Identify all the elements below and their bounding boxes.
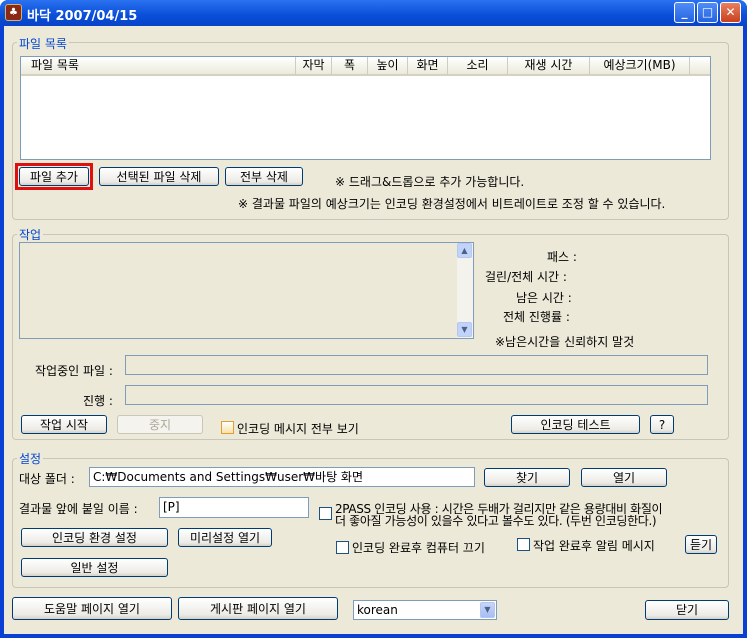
current-file-field [125, 355, 708, 375]
shutdown-after-encoding-label: 인코딩 완료후 컴퓨터 끄기 [352, 541, 485, 555]
prefix-input[interactable]: [P] [159, 497, 309, 518]
application-window: ♣ 바닥 2007/04/15 _ □ ✕ 파일 목록 파일 목록 자막 폭 높… [0, 0, 747, 638]
open-folder-button[interactable]: 열기 [581, 468, 667, 487]
open-board-page-button[interactable]: 게시판 페이지 열기 [178, 597, 338, 620]
job-group-label: 작업 [17, 226, 44, 243]
remaining-time-note: ※남은시간을 신뢰하지 말것 [495, 335, 635, 349]
total-progress-label: 전체 진행률 : [503, 310, 570, 324]
encoding-env-settings-button[interactable]: 인코딩 환경 설정 [21, 528, 168, 547]
dropdown-arrow-icon[interactable]: ▼ [480, 602, 495, 618]
pass-label: 패스 : [547, 250, 577, 264]
start-job-button[interactable]: 작업 시작 [21, 415, 107, 434]
delete-selected-files-button[interactable]: 선택된 파일 삭제 [99, 167, 219, 186]
file-list-group-label: 파일 목록 [17, 35, 69, 52]
scroll-down-icon[interactable]: ▼ [457, 322, 472, 337]
close-window-button[interactable]: 닫기 [645, 600, 729, 620]
close-icon[interactable]: ✕ [720, 2, 741, 23]
delete-all-files-button[interactable]: 전부 삭제 [225, 167, 303, 186]
show-all-messages-label: 인코딩 메시지 전부 보기 [237, 422, 359, 436]
column-header-duration[interactable]: 재생 시간 [508, 57, 590, 75]
estimated-size-hint: ※ 결과물 파일의 예상크기는 인코딩 환경설정에서 비트레이트로 조정 할 수… [238, 197, 666, 211]
find-folder-button[interactable]: 찾기 [484, 468, 570, 487]
prefix-label: 결과물 앞에 붙일 이름 : [19, 502, 138, 516]
listen-sound-button[interactable]: 듣기 [685, 535, 717, 554]
window-title: 바닥 2007/04/15 [27, 9, 138, 24]
target-folder-label: 대상 폴더 : [19, 472, 75, 486]
general-settings-button[interactable]: 일반 설정 [21, 558, 168, 577]
file-list-view[interactable]: 파일 목록 자막 폭 높이 화면 소리 재생 시간 예상크기(MB) [20, 56, 711, 160]
stop-job-button[interactable]: 중지 [117, 415, 203, 434]
language-select[interactable]: korean ▼ [353, 600, 497, 620]
progress-label: 진행 : [83, 394, 113, 408]
maximize-icon[interactable]: □ [697, 2, 718, 23]
column-header-width[interactable]: 폭 [332, 57, 368, 75]
column-header-estimated-size[interactable]: 예상크기(MB) [590, 57, 690, 75]
column-header-filename[interactable]: 파일 목록 [21, 57, 296, 75]
shutdown-after-encoding-checkbox[interactable] [336, 541, 349, 554]
target-folder-input[interactable]: C:₩Documents and Settings₩user₩바탕 화면 [89, 467, 475, 487]
encoding-test-button[interactable]: 인코딩 테스트 [511, 415, 640, 434]
remaining-time-label: 남은 시간 : [516, 291, 572, 305]
progress-bar [125, 385, 708, 405]
add-file-button[interactable]: 파일 추가 [19, 167, 89, 186]
column-header-video[interactable]: 화면 [408, 57, 448, 75]
encoding-log-box[interactable]: ▲ ▼ [19, 242, 474, 339]
completion-notify-checkbox[interactable] [517, 538, 530, 551]
twopass-label-line2: 더 좋아질 가능성이 있을수 있다고 볼수도 있다. (두번 인코딩한다.) [335, 514, 657, 528]
current-file-label: 작업중인 파일 : [35, 364, 113, 378]
client-area: 파일 목록 파일 목록 자막 폭 높이 화면 소리 재생 시간 예상크기(MB)… [4, 26, 743, 634]
show-all-messages-checkbox[interactable] [221, 421, 234, 434]
elapsed-time-label: 걸린/전체 시간 : [485, 270, 567, 284]
column-header-height[interactable]: 높이 [368, 57, 408, 75]
minimize-icon[interactable]: _ [674, 2, 695, 23]
twopass-checkbox[interactable] [319, 507, 332, 520]
language-select-value: korean [357, 603, 398, 617]
drag-drop-hint: ※ 드래그&드롭으로 추가 가능합니다. [335, 175, 525, 189]
scroll-up-icon[interactable]: ▲ [457, 243, 472, 258]
column-header-subtitle[interactable]: 자막 [296, 57, 332, 75]
open-preset-button[interactable]: 미리설정 열기 [178, 528, 272, 547]
settings-group-label: 설정 [17, 450, 44, 467]
column-header-audio[interactable]: 소리 [448, 57, 508, 75]
app-icon[interactable]: ♣ [5, 4, 22, 21]
completion-notify-label: 작업 완료후 알림 메시지 [533, 539, 655, 553]
title-bar[interactable]: ♣ 바닥 2007/04/15 _ □ ✕ [0, 0, 747, 26]
open-help-page-button[interactable]: 도움말 페이지 열기 [12, 597, 172, 620]
log-scrollbar[interactable]: ▲ ▼ [457, 243, 473, 338]
file-list-header: 파일 목록 자막 폭 높이 화면 소리 재생 시간 예상크기(MB) [21, 57, 710, 76]
help-question-button[interactable]: ? [650, 415, 674, 434]
